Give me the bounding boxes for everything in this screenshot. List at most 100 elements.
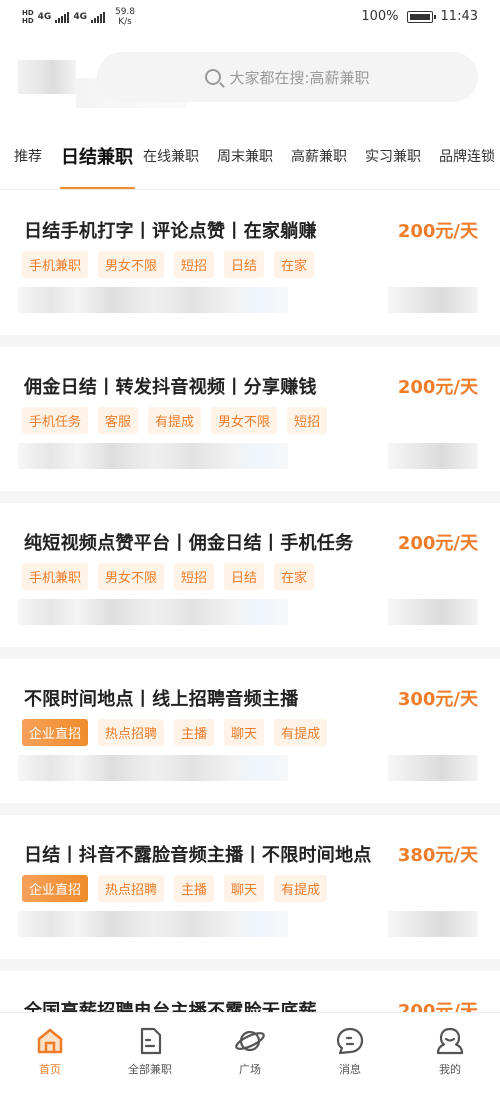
job-tag: 手机兼职 <box>22 251 89 278</box>
job-title: 纯短视频点赞平台丨佣金日结丨手机任务 <box>24 533 354 554</box>
job-tag: 聊天 <box>224 719 265 746</box>
tab-daily-pay[interactable]: 日结兼职 <box>61 143 133 169</box>
location-blurred <box>388 443 478 469</box>
card-separator <box>0 335 500 347</box>
tab-weekend[interactable]: 周末兼职 <box>217 146 273 166</box>
job-tag: 在家 <box>274 563 315 590</box>
job-tag: 男女不限 <box>98 563 165 590</box>
job-tags: 企业直招 热点招聘 主播 聊天 有提成 <box>22 719 328 746</box>
company-info-blurred <box>18 443 288 469</box>
job-tag-featured: 企业直招 <box>22 719 89 746</box>
job-tag: 客服 <box>98 407 139 434</box>
bottom-nav: 首页 全部兼职 广场 消息 我的 <box>0 1012 500 1083</box>
job-tag: 有提成 <box>148 407 202 434</box>
tab-brand-chain[interactable]: 品牌连锁 <box>439 146 495 166</box>
job-tag: 热点招聘 <box>98 719 165 746</box>
status-right: 100% 11:43 <box>361 9 478 24</box>
status-bar: HD HD 4G 4G 59.8 K/s 100% 11:43 <box>0 0 500 36</box>
nav-messages-label: 消息 <box>339 1063 361 1076</box>
category-tabs: 推荐 日结兼职 在线兼职 周末兼职 高薪兼职 实习兼职 品牌连锁 <box>0 130 500 190</box>
planet-icon <box>235 1030 265 1052</box>
header: 大家都在搜:高薪兼职 <box>0 36 500 118</box>
job-tag: 聊天 <box>224 875 265 902</box>
nav-plaza-label: 广场 <box>239 1063 261 1076</box>
job-tag: 男女不限 <box>211 407 278 434</box>
job-tag: 短招 <box>174 251 215 278</box>
job-tags: 手机兼职 男女不限 短招 日结 在家 <box>22 251 315 278</box>
job-tag: 主播 <box>174 875 215 902</box>
company-info-blurred <box>18 755 288 781</box>
job-tags: 手机任务 客服 有提成 男女不限 短招 <box>22 407 328 434</box>
tab-high-pay[interactable]: 高薪兼职 <box>291 146 347 166</box>
search-placeholder: 大家都在搜:高薪兼职 <box>229 68 370 87</box>
message-icon <box>336 1027 364 1055</box>
job-tag: 主播 <box>174 719 215 746</box>
network-2: 4G <box>73 12 87 22</box>
tab-online[interactable]: 在线兼职 <box>143 146 199 166</box>
card-separator <box>0 803 500 815</box>
job-title: 佣金日结丨转发抖音视频丨分享赚钱 <box>24 377 317 398</box>
hd-badge: HD HD <box>22 9 34 25</box>
job-title: 日结手机打字丨评论点赞丨在家躺赚 <box>24 221 317 242</box>
job-card[interactable]: 不限时间地点丨线上招聘音频主播 300元/天 企业直招 热点招聘 主播 聊天 有… <box>0 659 500 803</box>
clock: 11:43 <box>440 9 478 24</box>
card-separator <box>0 491 500 503</box>
job-salary: 200元/天 <box>397 377 478 398</box>
location-blurred <box>388 599 478 625</box>
signal-icon <box>90 11 105 23</box>
card-separator <box>0 959 500 971</box>
job-salary: 380元/天 <box>397 845 478 866</box>
nav-profile[interactable]: 我的 <box>400 1013 500 1084</box>
network-indicators: HD HD 4G 4G 59.8 K/s <box>22 6 135 28</box>
job-tag: 热点招聘 <box>98 875 165 902</box>
job-salary: 200元/天 <box>397 533 478 554</box>
search-icon <box>205 69 222 85</box>
job-salary: 200元/天 <box>397 221 478 242</box>
document-icon <box>140 1027 162 1055</box>
job-tag: 有提成 <box>274 875 328 902</box>
job-tag: 在家 <box>274 251 315 278</box>
speed-unit: K/s <box>118 17 132 27</box>
job-tag: 男女不限 <box>98 251 165 278</box>
job-tags: 企业直招 热点招聘 主播 聊天 有提成 <box>22 875 328 902</box>
location-blurred <box>388 755 478 781</box>
battery-icon <box>406 10 436 23</box>
job-card[interactable]: 纯短视频点赞平台丨佣金日结丨手机任务 200元/天 手机兼职 男女不限 短招 日… <box>0 503 500 647</box>
search-bar[interactable]: 大家都在搜:高薪兼职 <box>97 52 478 102</box>
nav-home[interactable]: 首页 <box>0 1013 100 1084</box>
job-tag: 日结 <box>224 563 265 590</box>
job-title: 日结丨抖音不露脸音频主播丨不限时间地点 <box>24 845 372 866</box>
job-tag: 日结 <box>224 251 265 278</box>
profile-icon <box>436 1027 464 1055</box>
job-card[interactable]: 佣金日结丨转发抖音视频丨分享赚钱 200元/天 手机任务 客服 有提成 男女不限… <box>0 347 500 491</box>
city-selector[interactable] <box>18 60 76 94</box>
nav-all-jobs[interactable]: 全部兼职 <box>100 1013 200 1084</box>
network-speed: 59.8 K/s <box>115 7 135 27</box>
speed-value: 59.8 <box>114 7 136 17</box>
company-info-blurred <box>18 287 288 313</box>
job-tags: 手机兼职 男女不限 短招 日结 在家 <box>22 563 315 590</box>
nav-plaza[interactable]: 广场 <box>200 1013 300 1084</box>
job-tag: 有提成 <box>274 719 328 746</box>
card-separator <box>0 647 500 659</box>
battery-percent: 100% <box>361 9 399 24</box>
company-info-blurred <box>18 599 288 625</box>
nav-all-jobs-label: 全部兼职 <box>128 1063 172 1076</box>
job-tag: 手机兼职 <box>22 563 89 590</box>
nav-profile-label: 我的 <box>439 1063 461 1076</box>
job-salary: 300元/天 <box>397 689 478 710</box>
job-tag: 短招 <box>287 407 328 434</box>
job-tag: 短招 <box>174 563 215 590</box>
location-blurred <box>388 911 478 937</box>
signal-icon <box>55 11 70 23</box>
tab-internship[interactable]: 实习兼职 <box>365 146 421 166</box>
job-card[interactable]: 日结手机打字丨评论点赞丨在家躺赚 200元/天 手机兼职 男女不限 短招 日结 … <box>0 191 500 335</box>
location-blurred <box>388 287 478 313</box>
nav-messages[interactable]: 消息 <box>300 1013 400 1084</box>
company-info-blurred <box>18 911 288 937</box>
job-tag-featured: 企业直招 <box>22 875 89 902</box>
job-title: 不限时间地点丨线上招聘音频主播 <box>24 689 299 710</box>
job-card[interactable]: 日结丨抖音不露脸音频主播丨不限时间地点 380元/天 企业直招 热点招聘 主播 … <box>0 815 500 959</box>
job-tag: 手机任务 <box>22 407 89 434</box>
tab-recommend[interactable]: 推荐 <box>14 146 42 166</box>
